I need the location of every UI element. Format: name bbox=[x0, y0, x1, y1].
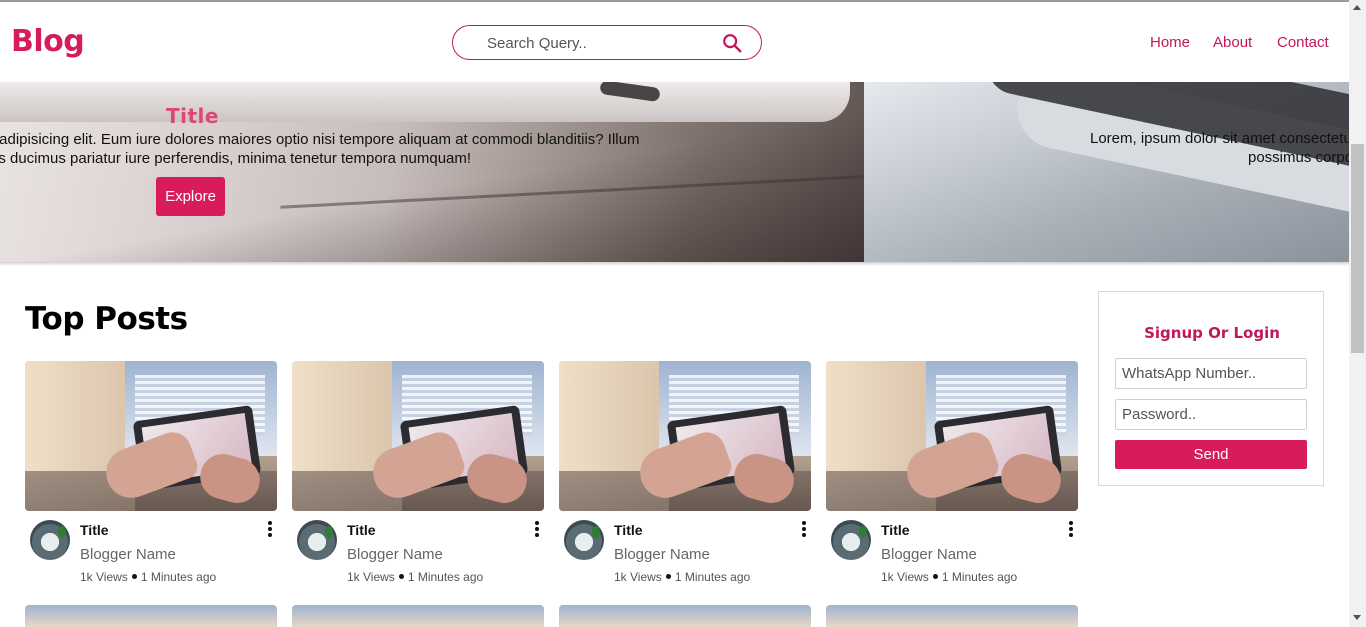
post-card[interactable]: Title Blogger Name 1k Views 1 Minutes ago bbox=[25, 361, 277, 591]
post-meta: 1k Views 1 Minutes ago bbox=[881, 570, 1017, 584]
signup-heading: Signup Or Login bbox=[1144, 324, 1280, 342]
post-thumbnail[interactable] bbox=[826, 361, 1078, 511]
blogger-avatar[interactable] bbox=[564, 520, 604, 560]
more-vertical-icon[interactable] bbox=[533, 521, 541, 537]
blogger-name[interactable]: Blogger Name bbox=[347, 546, 443, 563]
post-meta: 1k Views 1 Minutes ago bbox=[80, 570, 216, 584]
more-vertical-icon[interactable] bbox=[266, 521, 274, 537]
post-time: 1 Minutes ago bbox=[407, 570, 484, 584]
password-field[interactable] bbox=[1115, 399, 1307, 430]
blogger-avatar[interactable] bbox=[831, 520, 871, 560]
post-views: 1k Views bbox=[80, 570, 128, 584]
post-card[interactable]: Title Blogger Name 1k Views 1 Minutes ago bbox=[826, 361, 1078, 591]
page-scrollbar[interactable] bbox=[1349, 0, 1366, 627]
post-thumbnail[interactable] bbox=[559, 361, 811, 511]
nav-contact-link[interactable]: Contact bbox=[1277, 34, 1329, 51]
blogger-name[interactable]: Blogger Name bbox=[881, 546, 977, 563]
hero-divider bbox=[0, 262, 1349, 266]
post-title[interactable]: Title bbox=[80, 522, 109, 538]
post-card-next-row[interactable] bbox=[25, 605, 277, 627]
post-views: 1k Views bbox=[347, 570, 395, 584]
search-bar bbox=[452, 25, 762, 60]
post-meta: 1k Views 1 Minutes ago bbox=[347, 570, 483, 584]
post-title[interactable]: Title bbox=[347, 522, 376, 538]
post-time: 1 Minutes ago bbox=[140, 570, 217, 584]
post-card-next-row[interactable] bbox=[826, 605, 1078, 627]
more-vertical-icon[interactable] bbox=[1067, 521, 1075, 537]
post-title[interactable]: Title bbox=[614, 522, 643, 538]
hero-next-description-line1: Lorem, ipsum dolor sit amet consectetur bbox=[1090, 130, 1349, 147]
scrollbar-thumb[interactable] bbox=[1351, 144, 1364, 353]
site-header: Blog Home About Contact bbox=[0, 2, 1349, 82]
blogger-avatar[interactable] bbox=[30, 520, 70, 560]
hero-description-line2: ris ducimus pariatur iure perferendis, m… bbox=[0, 150, 472, 167]
meta-dot bbox=[131, 574, 137, 580]
post-card-next-row[interactable] bbox=[559, 605, 811, 627]
top-posts-heading: Top Posts bbox=[25, 301, 188, 337]
hero-laptop-shape bbox=[0, 82, 850, 122]
hero-table-edge bbox=[280, 174, 880, 209]
post-thumbnail[interactable] bbox=[292, 361, 544, 511]
hero-carousel: Title r adipisicing elit. Eum iure dolor… bbox=[0, 82, 1349, 262]
post-views: 1k Views bbox=[881, 570, 929, 584]
post-title[interactable]: Title bbox=[881, 522, 910, 538]
post-meta: 1k Views 1 Minutes ago bbox=[614, 570, 750, 584]
search-input[interactable] bbox=[487, 33, 707, 53]
more-vertical-icon[interactable] bbox=[800, 521, 808, 537]
hero-description-line1: r adipisicing elit. Eum iure dolores mai… bbox=[0, 131, 640, 148]
post-card[interactable]: Title Blogger Name 1k Views 1 Minutes ago bbox=[292, 361, 544, 591]
scroll-down-arrow-icon[interactable] bbox=[1353, 615, 1361, 620]
meta-dot bbox=[665, 574, 671, 580]
explore-button[interactable]: Explore bbox=[156, 177, 225, 216]
post-views: 1k Views bbox=[614, 570, 662, 584]
nav-about-link[interactable]: About bbox=[1213, 34, 1252, 51]
send-button[interactable]: Send bbox=[1115, 440, 1307, 469]
scroll-up-arrow-icon[interactable] bbox=[1353, 5, 1361, 10]
meta-dot bbox=[932, 574, 938, 580]
site-logo[interactable]: Blog bbox=[11, 24, 85, 59]
search-icon[interactable] bbox=[721, 32, 743, 54]
blogger-name[interactable]: Blogger Name bbox=[80, 546, 176, 563]
hero-next-description-line2: possimus corpo bbox=[1248, 149, 1349, 166]
blogger-avatar[interactable] bbox=[297, 520, 337, 560]
signup-login-panel: Signup Or Login Send bbox=[1098, 291, 1324, 486]
blogger-name[interactable]: Blogger Name bbox=[614, 546, 710, 563]
whatsapp-number-field[interactable] bbox=[1115, 358, 1307, 389]
post-time: 1 Minutes ago bbox=[674, 570, 751, 584]
hero-next-slide-image bbox=[864, 82, 1349, 262]
post-thumbnail[interactable] bbox=[25, 361, 277, 511]
post-card[interactable]: Title Blogger Name 1k Views 1 Minutes ago bbox=[559, 361, 811, 591]
nav-home-link[interactable]: Home bbox=[1150, 34, 1190, 51]
hero-title: Title bbox=[166, 104, 219, 128]
post-time: 1 Minutes ago bbox=[941, 570, 1018, 584]
meta-dot bbox=[398, 574, 404, 580]
hero-slide-image bbox=[0, 82, 880, 262]
post-card-next-row[interactable] bbox=[292, 605, 544, 627]
